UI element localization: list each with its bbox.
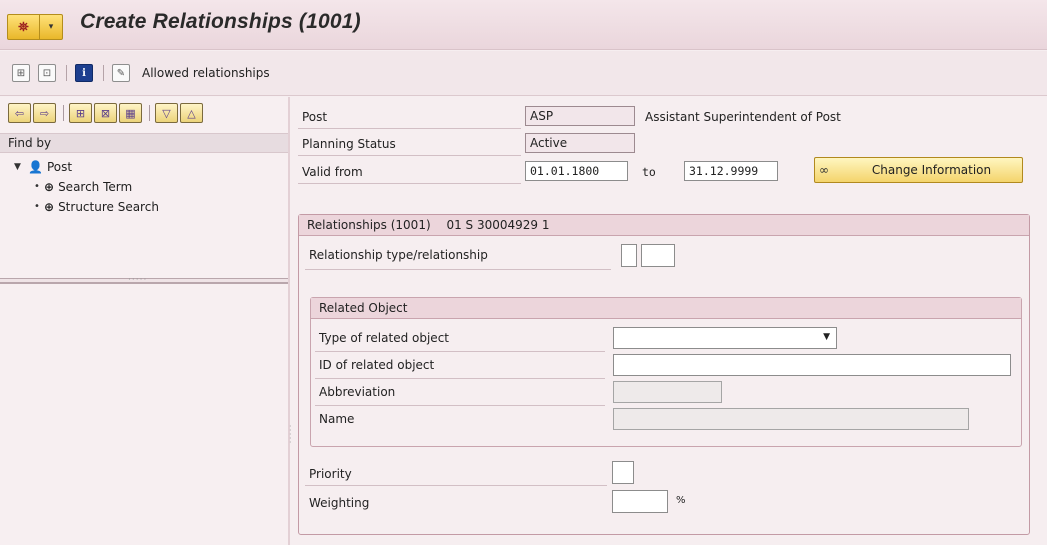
relationships-title: Relationships (1001) — [307, 218, 431, 232]
divider — [298, 183, 521, 184]
chevron-down-icon: ▾ — [48, 22, 54, 32]
display-change-icon[interactable]: ⊡ — [38, 64, 56, 82]
post-code-field: ASP — [525, 106, 635, 126]
toolbar-separator — [63, 105, 64, 121]
tree-node-search-term[interactable]: • ⊕ Search Term — [0, 177, 288, 197]
divider — [305, 485, 607, 486]
relationships-key: 01 S 30004929 1 — [446, 218, 550, 232]
title-bar: ⛯ ▾ Create Relationships (1001) — [0, 0, 1047, 50]
related-object-type-select[interactable]: ▼ — [613, 327, 837, 349]
back-arrow-icon[interactable]: ⇦ — [8, 103, 31, 123]
relationships-group-header: Relationships (1001) 01 S 30004929 1 — [299, 215, 1029, 236]
page-title: Create Relationships (1001) — [80, 10, 361, 33]
divider — [315, 378, 605, 379]
tree-node-label: Structure Search — [58, 200, 159, 214]
allowed-relationships-button[interactable]: Allowed relationships — [142, 66, 270, 80]
planning-status-label: Planning Status — [302, 137, 396, 151]
other-object-icon[interactable]: ⊞ — [12, 64, 30, 82]
planning-status-field: Active — [525, 133, 635, 153]
find-by-tree: ▼ 👤 Post • ⊕ Search Term • ⊕ Structure S… — [0, 157, 288, 217]
valid-from-label: Valid from — [302, 165, 363, 179]
weighting-field[interactable] — [612, 490, 668, 513]
change-information-button[interactable]: ∞ Change Information — [814, 157, 1023, 183]
divider — [298, 155, 521, 156]
post-name: Assistant Superintendent of Post — [645, 110, 841, 124]
related-object-header: Related Object — [311, 298, 1021, 319]
binoculars-icon: ⊕ — [44, 180, 55, 194]
main-content: Post ASP Assistant Superintendent of Pos… — [292, 97, 1047, 545]
expand-all-icon[interactable]: ⊞ — [69, 103, 92, 123]
related-object-id-label: ID of related object — [319, 358, 435, 372]
expand-down-icon[interactable]: ▽ — [155, 103, 178, 123]
collapse-up-icon[interactable]: △ — [180, 103, 203, 123]
navigation-pane: ⇦ ⇨ ⊞ ⊠ ▦ ▽ △ Find by ▼ 👤 Post • ⊕ Searc… — [0, 97, 290, 545]
bullet-icon: • — [34, 201, 40, 212]
person-icon: 👤 — [28, 160, 43, 174]
divider — [315, 405, 605, 406]
bullet-icon: • — [34, 181, 40, 192]
related-object-type-label: Type of related object — [319, 331, 449, 345]
divider — [315, 351, 605, 352]
abbreviation-field — [613, 381, 722, 403]
relationship-type-field[interactable] — [621, 244, 637, 267]
name-field — [613, 408, 969, 430]
menu-icon: ⛯ — [8, 15, 40, 39]
system-menu-button[interactable]: ⛯ ▾ — [7, 14, 63, 40]
relationship-type-label: Relationship type/relationship — [309, 248, 488, 262]
divider — [298, 128, 521, 129]
related-object-group: Related Object Type of related object ▼ … — [310, 297, 1022, 447]
weighting-unit: % — [676, 495, 686, 506]
toolbar-separator — [66, 65, 67, 81]
tree-node-label: Search Term — [58, 180, 133, 194]
glasses-icon: ∞ — [819, 163, 829, 177]
toolbar-separator — [149, 105, 150, 121]
tree-node-structure-search[interactable]: • ⊕ Structure Search — [0, 197, 288, 217]
info-icon[interactable]: i — [75, 64, 93, 82]
relationship-field[interactable] — [641, 244, 675, 267]
tree-node-label: Post — [46, 160, 73, 174]
binoculars-icon: ⊕ — [44, 200, 55, 214]
related-object-id-field[interactable] — [613, 354, 1011, 376]
allowed-relationships-icon[interactable]: ✎ — [112, 64, 130, 82]
settings-icon[interactable]: ▦ — [119, 103, 142, 123]
valid-from-field[interactable]: 01.01.1800 — [525, 161, 628, 181]
application-toolbar: ⊞ ⊡ i ✎ Allowed relationships — [0, 51, 1047, 96]
change-information-label: Change Information — [871, 163, 992, 177]
find-by-header: Find by — [0, 133, 288, 153]
navigation-toolbar: ⇦ ⇨ ⊞ ⊠ ▦ ▽ △ — [8, 101, 205, 125]
valid-to-field[interactable]: 31.12.9999 — [684, 161, 778, 181]
tree-node-post[interactable]: ▼ 👤 Post — [0, 157, 288, 177]
priority-label: Priority — [309, 467, 352, 481]
toolbar-separator — [103, 65, 104, 81]
divider — [305, 269, 611, 270]
pane-splitter[interactable]: ····· — [0, 275, 288, 285]
weighting-label: Weighting — [309, 496, 370, 510]
priority-field[interactable] — [612, 461, 634, 484]
chevron-down-icon[interactable]: ▼ — [823, 328, 830, 346]
collapse-all-icon[interactable]: ⊠ — [94, 103, 117, 123]
relationships-group: Relationships (1001) 01 S 30004929 1 Rel… — [298, 214, 1030, 535]
abbreviation-label: Abbreviation — [319, 385, 396, 399]
caret-down-icon[interactable]: ▼ — [14, 157, 24, 177]
name-label: Name — [319, 412, 355, 426]
to-label: to — [642, 165, 656, 179]
forward-arrow-icon[interactable]: ⇨ — [33, 103, 56, 123]
post-label: Post — [302, 110, 328, 124]
